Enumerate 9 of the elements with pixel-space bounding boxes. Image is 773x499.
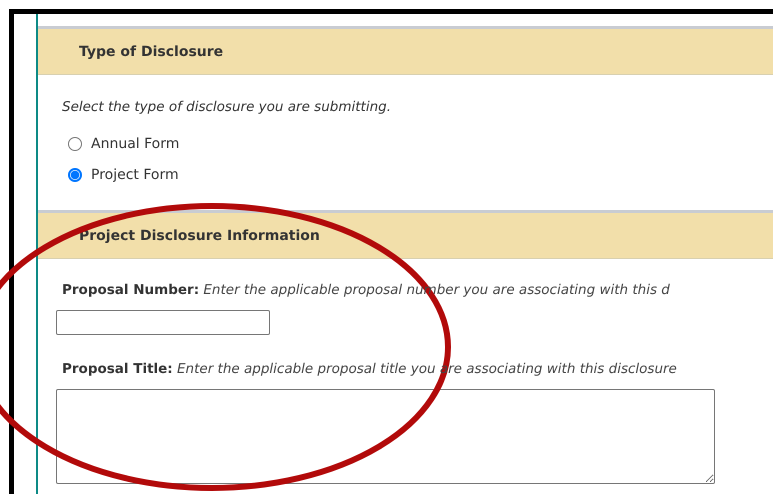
radio-button[interactable] — [68, 136, 82, 150]
text-area[interactable] — [56, 389, 715, 484]
prompt-text: Select the type of disclosure you are submitting. — [62, 99, 392, 115]
section-title: Project Disclosure Information — [79, 228, 320, 244]
radio-button[interactable] — [68, 168, 82, 182]
section-title: Type of Disclosure — [79, 44, 224, 60]
radio-label[interactable]: Annual Form — [91, 136, 180, 152]
radio-label[interactable]: Project Form — [91, 166, 179, 182]
input-field[interactable] — [56, 310, 270, 335]
